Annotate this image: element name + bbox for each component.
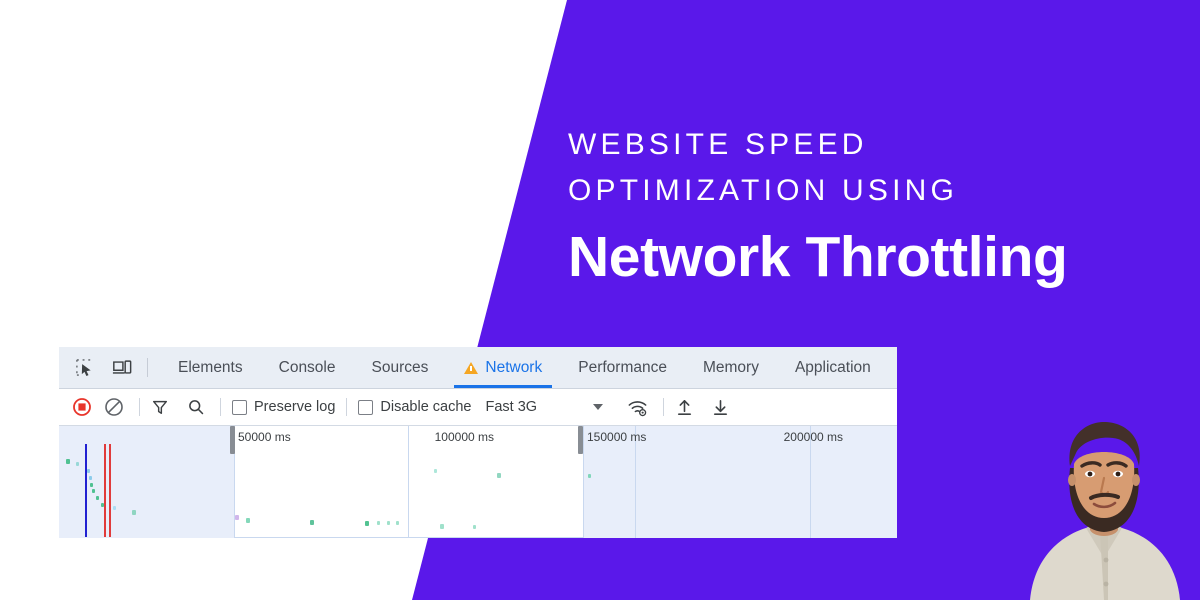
overview-request-marker: [434, 469, 437, 473]
overview-request-marker: [132, 510, 136, 515]
tab-console-label: Console: [278, 358, 336, 376]
overview-tick-label-200000: 200000 ms: [783, 430, 843, 444]
overview-selection-handle-right[interactable]: [578, 426, 583, 454]
preserve-log-checkbox-box[interactable]: [232, 399, 247, 415]
disable-cache-checkbox-box[interactable]: [358, 399, 374, 415]
devtools-tabs: Elements Console Sources Network Perform…: [160, 347, 889, 388]
overview-request-marker: [92, 489, 95, 493]
export-har-icon[interactable]: [711, 398, 730, 417]
overview-request-marker: [66, 459, 70, 464]
overview-request-marker: [473, 525, 476, 529]
overview-request-marker: [89, 476, 92, 480]
disable-cache-checkbox[interactable]: Disable cache: [358, 399, 471, 415]
overview-gridline-2: [583, 426, 584, 538]
toolbar-divider-2: [220, 398, 221, 416]
devtools-tool-icons: [59, 357, 133, 379]
overview-request-marker: [87, 469, 90, 473]
tab-network[interactable]: Network: [446, 347, 560, 388]
tab-application[interactable]: Application: [777, 347, 889, 388]
overview-request-marker: [497, 473, 501, 478]
throttling-select-value[interactable]: Fast 3G: [485, 399, 537, 415]
tab-sources[interactable]: Sources: [354, 347, 447, 388]
chevron-down-icon[interactable]: [593, 404, 604, 410]
network-overview-timeline[interactable]: 50000 ms 100000 ms 150000 ms 200000 ms: [59, 426, 897, 538]
tab-performance-label: Performance: [578, 358, 667, 376]
overview-request-marker: [96, 496, 99, 500]
devtools-window: Elements Console Sources Network Perform…: [59, 347, 897, 538]
preserve-log-checkbox[interactable]: Preserve log: [232, 399, 335, 415]
preserve-log-label: Preserve log: [254, 399, 336, 415]
tab-memory[interactable]: Memory: [685, 347, 777, 388]
overview-request-marker: [76, 462, 79, 466]
overview-request-marker: [588, 474, 591, 478]
overview-gridline-1: [408, 426, 409, 538]
disable-cache-label: Disable cache: [380, 399, 472, 415]
page-title: Network Throttling: [568, 225, 1068, 290]
overview-request-marker: [377, 521, 380, 525]
poster-canvas: WEBSITE SPEED OPTIMIZATION USING Network…: [0, 0, 1200, 600]
overview-request-marker: [101, 503, 104, 507]
overview-request-marker: [396, 521, 399, 525]
overview-tick-label-50000: 50000 ms: [238, 430, 291, 444]
tab-console[interactable]: Console: [261, 347, 354, 388]
devtools-tabbar: Elements Console Sources Network Perform…: [59, 347, 897, 389]
kicker-line-2: OPTIMIZATION USING: [568, 173, 959, 207]
overview-tick-label-100000: 100000 ms: [434, 430, 494, 444]
inspect-element-icon[interactable]: [73, 357, 95, 379]
tab-elements-label: Elements: [178, 358, 243, 376]
overview-request-marker: [90, 483, 93, 487]
overview-request-marker: [387, 521, 390, 525]
tab-network-label: Network: [485, 358, 543, 376]
overview-request-marker: [440, 524, 444, 529]
overview-request-marker: [365, 521, 369, 526]
overview-event-marker-load: [109, 444, 111, 537]
network-conditions-icon[interactable]: [627, 398, 648, 417]
toolbar-divider: [147, 358, 148, 377]
overview-request-marker: [235, 515, 239, 520]
kicker-line-1: WEBSITE SPEED: [568, 128, 868, 161]
filter-icon[interactable]: [151, 398, 169, 416]
tab-performance[interactable]: Performance: [560, 347, 685, 388]
toolbar-divider-3: [346, 398, 348, 416]
tab-sources-label: Sources: [371, 358, 429, 376]
tab-application-label: Application: [794, 358, 871, 376]
search-icon[interactable]: [187, 398, 205, 416]
toolbar-divider-1: [139, 398, 140, 416]
toolbar-divider-4: [663, 398, 665, 416]
tab-elements[interactable]: Elements: [160, 347, 261, 388]
overview-request-marker: [310, 520, 314, 525]
device-toolbar-icon[interactable]: [111, 357, 133, 379]
network-toolbar: Preserve log Disable cache Fast 3G: [59, 389, 897, 426]
overview-selection-handle-left[interactable]: [230, 426, 235, 454]
record-button[interactable]: [72, 397, 92, 417]
overview-request-marker: [246, 518, 250, 523]
headline-block: WEBSITE SPEED OPTIMIZATION USING Network…: [568, 122, 1198, 289]
overview-event-marker-load: [104, 444, 106, 537]
tab-memory-label: Memory: [702, 358, 759, 376]
presenter-photo: [1008, 408, 1200, 600]
overview-request-marker: [113, 506, 116, 510]
clear-button[interactable]: [104, 397, 124, 417]
warning-triangle-icon: [464, 361, 479, 374]
import-har-icon[interactable]: [675, 398, 694, 417]
overview-tick-label-150000: 150000 ms: [587, 430, 647, 444]
